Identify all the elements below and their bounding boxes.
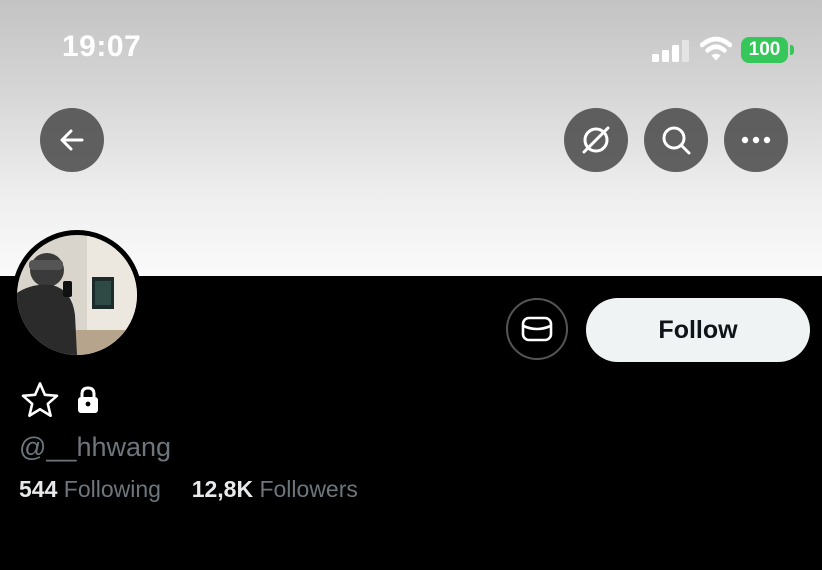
message-button[interactable]: [506, 298, 568, 360]
message-icon: [521, 316, 553, 342]
profile-handle: @__hhwang: [19, 432, 172, 462]
lock-icon: [78, 386, 98, 413]
search-button[interactable]: [644, 108, 708, 172]
battery-cap: [790, 45, 794, 55]
cellular-signal-icon: [652, 40, 689, 62]
following-label: Following: [63, 476, 161, 502]
status-time: 19:07: [62, 30, 142, 63]
back-button[interactable]: [40, 108, 104, 172]
followers-label: Followers: [259, 476, 358, 502]
more-button[interactable]: [724, 108, 788, 172]
search-icon: [662, 126, 691, 155]
wifi-icon: [700, 36, 732, 61]
following-count: 544: [19, 476, 58, 502]
battery-indicator: 100: [741, 37, 788, 63]
grok-slash-icon: [582, 126, 610, 154]
more-horizontal-icon: [741, 136, 771, 144]
arrow-left-icon: [60, 129, 84, 151]
grok-button[interactable]: [564, 108, 628, 172]
following-link[interactable]: 544 Following: [19, 476, 167, 502]
avatar-photo: [17, 235, 137, 355]
followers-link[interactable]: 12,8K Followers: [192, 476, 358, 502]
followers-count: 12,8K: [191, 476, 254, 502]
follow-button[interactable]: Follow: [586, 298, 810, 362]
profile-stats: 544 Following 12,8K Followers: [19, 476, 358, 503]
profile-avatar[interactable]: [12, 230, 142, 360]
star-outline-icon[interactable]: [20, 381, 60, 419]
